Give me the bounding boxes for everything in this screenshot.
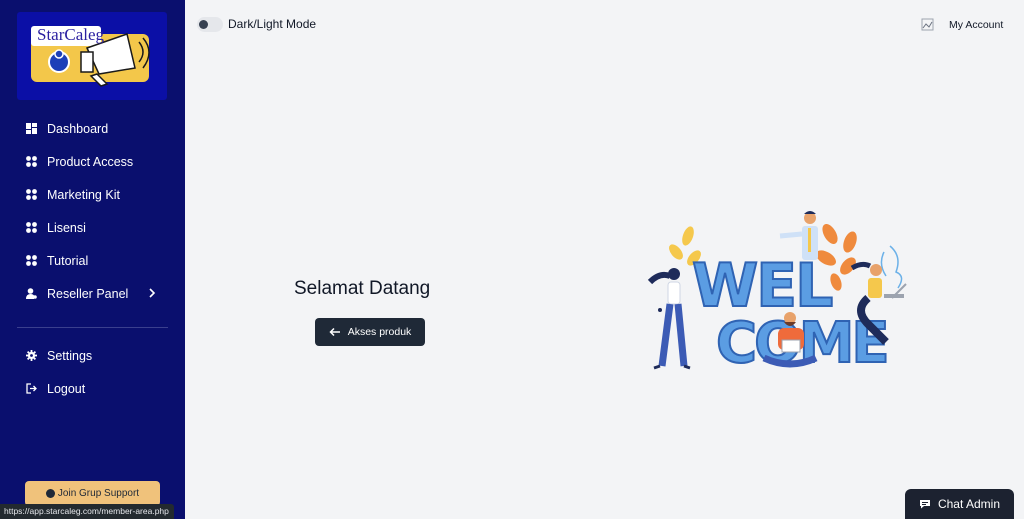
dark-mode-toggle[interactable] — [197, 17, 223, 32]
page-title: Selamat Datang — [294, 278, 431, 299]
grid-icon — [26, 156, 37, 167]
chat-icon — [45, 489, 55, 498]
chat-admin-label: Chat Admin — [937, 497, 1001, 511]
sidebar-item-label: Reseller Panel — [47, 286, 129, 301]
toggle-knob — [199, 20, 208, 29]
grid-icon — [26, 255, 37, 266]
gear-icon — [26, 350, 37, 361]
sidebar-item-tutorial[interactable]: Tutorial — [0, 244, 185, 277]
sidebar-item-marketing-kit[interactable]: Marketing Kit — [0, 178, 185, 211]
sidebar-item-label: Marketing Kit — [47, 187, 120, 202]
akses-produk-button[interactable]: Akses produk — [315, 318, 425, 346]
logout-icon — [26, 383, 37, 394]
sidebar-item-label: Logout — [47, 381, 86, 396]
dark-mode-label: Dark/Light Mode — [228, 17, 317, 31]
join-support-button[interactable]: Join Grup Support — [25, 481, 160, 506]
sidebar-secondary-nav: Settings Logout — [0, 339, 185, 405]
sidebar-nav: Dashboard Product Access Marketing Kit L… — [0, 112, 185, 310]
sidebar-item-label: Settings — [47, 348, 93, 363]
dashboard-icon — [26, 123, 37, 134]
logo[interactable]: StarCaleg — [17, 12, 167, 100]
sidebar-item-label: Lisensi — [47, 220, 86, 235]
woman-figure — [647, 268, 691, 370]
akses-produk-label: Akses produk — [347, 326, 412, 338]
sidebar-item-label: Tutorial — [47, 253, 89, 268]
grid-icon — [26, 189, 37, 200]
sidebar-item-label: Dashboard — [47, 121, 109, 136]
chat-bubble-icon — [919, 500, 930, 509]
avatar — [921, 18, 935, 32]
grid-icon — [26, 222, 37, 233]
join-support-label: Join Grup Support — [57, 488, 140, 499]
sidebar-item-lisensi[interactable]: Lisensi — [0, 211, 185, 244]
sidebar-item-label: Product Access — [47, 154, 134, 169]
welcome-illustration: WEL COME — [647, 211, 907, 374]
sidebar: StarCaleg Dashboard Product Access Marke… — [0, 0, 185, 519]
sidebar-item-logout[interactable]: Logout — [0, 372, 185, 405]
status-bar-url: https://app.starcaleg.com/member-area.ph… — [0, 504, 174, 519]
sidebar-item-settings[interactable]: Settings — [0, 339, 185, 372]
my-account-menu[interactable]: My Account — [921, 15, 1003, 35]
arrow-left-icon — [329, 327, 340, 337]
sidebar-item-product-access[interactable]: Product Access — [0, 145, 185, 178]
logo-text: StarCaleg — [37, 25, 105, 44]
sidebar-divider — [17, 327, 168, 328]
user-settings-icon — [26, 288, 37, 299]
chat-admin-button[interactable]: Chat Admin — [905, 489, 1014, 519]
sidebar-item-dashboard[interactable]: Dashboard — [0, 112, 185, 145]
chevron-right-icon — [149, 288, 156, 298]
sidebar-item-reseller-panel[interactable]: Reseller Panel — [0, 277, 185, 310]
my-account-label: My Account — [949, 19, 1004, 31]
